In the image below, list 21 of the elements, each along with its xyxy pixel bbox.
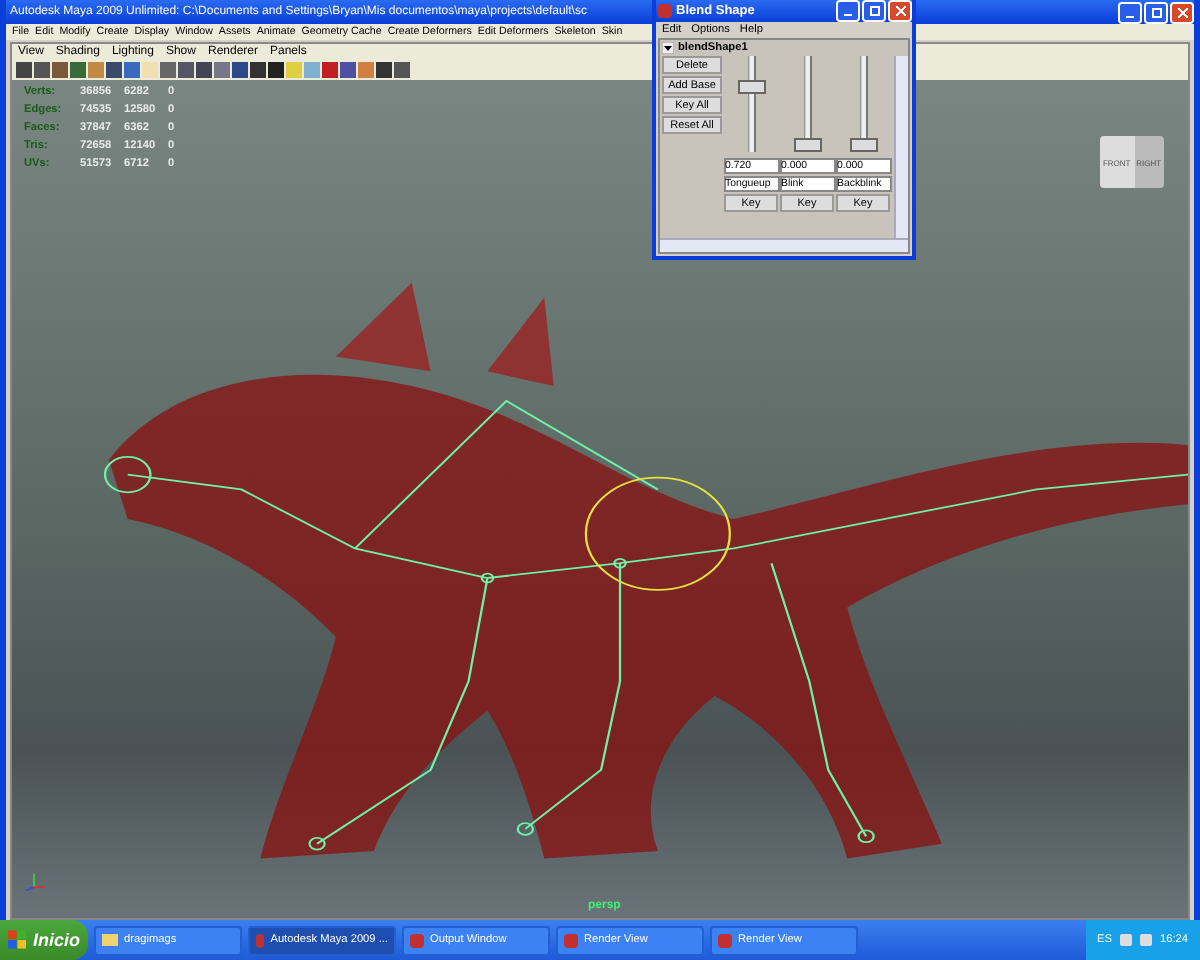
slider-thumb[interactable] bbox=[849, 138, 877, 152]
minimize-button[interactable] bbox=[1118, 1, 1142, 23]
minimize-button[interactable] bbox=[836, 0, 860, 22]
folder-icon bbox=[102, 934, 118, 946]
app-icon bbox=[718, 933, 732, 947]
slider-thumb[interactable] bbox=[737, 80, 765, 95]
app-icon bbox=[564, 933, 578, 947]
collapse-toggle[interactable] bbox=[662, 42, 674, 54]
app-icon bbox=[256, 933, 265, 947]
scrollbar[interactable] bbox=[894, 56, 908, 238]
slider-thumb[interactable] bbox=[793, 138, 821, 152]
maximize-button[interactable] bbox=[862, 0, 886, 22]
windows-logo-icon bbox=[8, 930, 27, 950]
axis-indicator-icon bbox=[22, 870, 46, 894]
close-button[interactable] bbox=[1170, 1, 1194, 23]
start-button[interactable]: Inicio bbox=[0, 920, 88, 960]
app-icon bbox=[410, 933, 424, 947]
maximize-button[interactable] bbox=[1144, 1, 1168, 23]
app-icon bbox=[658, 4, 672, 18]
scrollbar[interactable] bbox=[660, 238, 908, 252]
close-button[interactable] bbox=[888, 0, 912, 22]
